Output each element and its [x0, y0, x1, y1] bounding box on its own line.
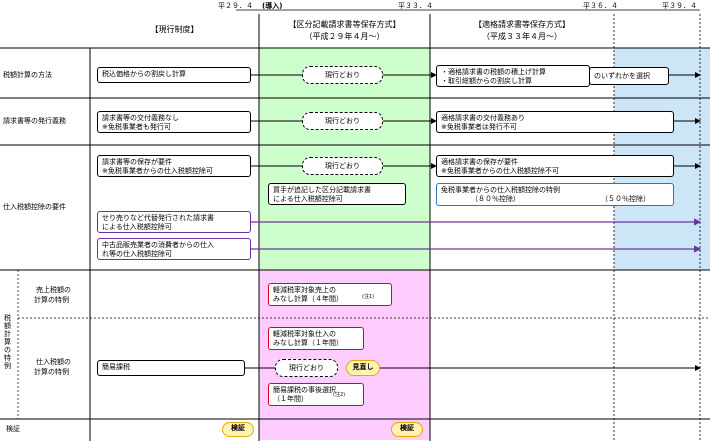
simplified-after-box: 簡易課税の事後選択 （１年間） [268, 383, 364, 406]
verify-badge-h33-text: 検証 [400, 424, 414, 432]
deduction-current-box: 請求書等の保存が要件 ※免税事業者からの仕入税額控除可 [97, 155, 251, 177]
simplified-after-line-1: 簡易課税の事後選択 [273, 386, 336, 394]
reduced-purchase-box: 軽減税率対象仕入の みなし計算（１年間） [268, 327, 364, 350]
verify-badge-h33: 検証 [391, 422, 423, 437]
calc-new-suffix-box: のいずれかを選択 [589, 67, 669, 85]
row-label-invoice: 請求書等の発行義務 [3, 117, 66, 125]
invoice-current-line-1: 請求書等の交付義務なし [102, 114, 179, 122]
simplified-current-box: 簡易課税 [97, 360, 245, 376]
verify-badge-h29-text: 検証 [231, 424, 245, 432]
row-label-sales-special-2: 計算の特例 [34, 296, 69, 304]
invoice-new-line-1: 適格請求書の交付義務あり [441, 114, 525, 122]
verify-badge-h29: 検証 [222, 422, 254, 437]
row-label-review: 検証 [6, 425, 20, 433]
calc-current-text: 税込価格からの割戻し計算 [102, 70, 186, 78]
deduction-new-box: 適格請求書の保存が要件 ※免税事業者からの仕入税額控除不可 [436, 155, 674, 177]
simplified-same-text: 現行どおり [289, 364, 324, 372]
row-label-deduction: 仕入税額控除の要件 [3, 203, 66, 211]
row-label-purchase-special-1: 仕入税額の [36, 358, 71, 366]
row-label-sales-special-1: 売上税額の [36, 286, 71, 294]
used-goods-line-1: 中古品販売業者の消費者からの仕入 [102, 241, 214, 249]
calc-current-box: 税込価格からの割戻し計算 [97, 67, 251, 83]
invoice-new-line-2: ※免税事業者は発行不可 [441, 123, 517, 131]
simplified-same-box: 現行どおり [275, 359, 338, 377]
note1-label: (注1) [362, 294, 375, 300]
invoice-current-line-2: ※免税事業者も発行可 [102, 123, 171, 131]
header-kubun: 【区分記載請求書等保存方式】 [288, 20, 401, 29]
reduced-purchase-line-1: 軽減税率対象仕入の [273, 330, 336, 338]
timeline-h39: 平３９．４ [662, 2, 697, 10]
deduction-new-line-1: 適格請求書の保存が要件 [441, 158, 518, 166]
exempt-special-box: 免税事業者からの仕入税額控除の特例 （８０％控除） （５０％控除） [436, 183, 674, 206]
timeline-h36: 平３６．４ [583, 2, 618, 10]
used-goods-line-2: れ等の仕入税額控除可 [102, 250, 172, 258]
header-current: 【現行制度】 [150, 25, 199, 34]
header-tekikaku-sub: （平成３３年４月～） [482, 32, 562, 41]
calc-new-line-1: ・適格請求書の税額の積上げ計算 [441, 68, 546, 76]
simplified-current-text: 簡易課税 [102, 363, 130, 371]
calc-new-box: ・適格請求書の税額の積上げ計算 ・取引総額からの割戻し計算 [436, 65, 590, 87]
deduction-current-line-1: 請求書等の保存が要件 [102, 158, 172, 166]
review-badge: 見直し [346, 360, 380, 376]
deduction-current-line-2: ※免税事業者からの仕入税額控除可 [102, 167, 213, 175]
invoice-current-box: 請求書等の交付義務なし ※免税事業者も発行可 [97, 111, 251, 133]
timeline-h33: 平３３．４ [398, 2, 433, 10]
agent-issued-line-2: による仕入税額控除可 [102, 223, 172, 231]
invoice-same-text: 現行どおり [325, 117, 360, 125]
deduction-new-line-2: ※免税事業者からの仕入税額控除不可 [441, 167, 559, 175]
note2-label: (注2) [333, 392, 346, 398]
invoice-same-box: 現行どおり [302, 112, 383, 130]
buyer-note-box: 買手が追記した区分記載請求書 による仕入税額控除可 [268, 183, 406, 205]
used-goods-box: 中古品販売業者の消費者からの仕入 れ等の仕入税額控除可 [97, 238, 251, 260]
timeline-h29: 平２９．４ [218, 2, 253, 10]
calc-new-suffix-text: のいずれかを選択 [594, 72, 650, 80]
exempt-special-line-1: 免税事業者からの仕入税額控除の特例 [441, 186, 560, 194]
calc-same-box: 現行どおり [302, 66, 383, 84]
timeline-h29-note: (導入) [262, 2, 283, 10]
review-badge-text: 見直し [352, 363, 374, 371]
header-kubun-sub: （平成２９年４月～） [304, 32, 385, 41]
calc-same-text: 現行どおり [325, 71, 360, 79]
row-label-tax-special-vertical: 税額計算の特例 [4, 314, 11, 370]
deduction-same-box: 現行どおり [302, 157, 383, 175]
reduced-purchase-line-2: みなし計算（１年間） [273, 339, 343, 347]
header-tekikaku: 【適格請求書等保存方式】 [474, 20, 570, 29]
exempt-special-80: （８０％控除） [471, 195, 520, 203]
agent-issued-line-1: せり売りなど代替発行された請求書 [102, 214, 214, 222]
agent-issued-box: せり売りなど代替発行された請求書 による仕入税額控除可 [97, 211, 251, 233]
invoice-new-box: 適格請求書の交付義務あり ※免税事業者は発行不可 [436, 111, 674, 133]
buyer-note-line-2: による仕入税額控除可 [273, 195, 343, 203]
buyer-note-line-1: 買手が追記した区分記載請求書 [273, 186, 371, 194]
deduction-same-text: 現行どおり [325, 162, 360, 170]
exempt-special-50: （５０％控除） [601, 195, 650, 203]
row-label-purchase-special-2: 計算の特例 [34, 368, 69, 376]
row-label-calc: 税額計算の方法 [3, 71, 52, 79]
simplified-after-line-2: （１年間） [273, 395, 308, 403]
calc-new-line-2: ・取引総額からの割戻し計算 [441, 77, 532, 85]
